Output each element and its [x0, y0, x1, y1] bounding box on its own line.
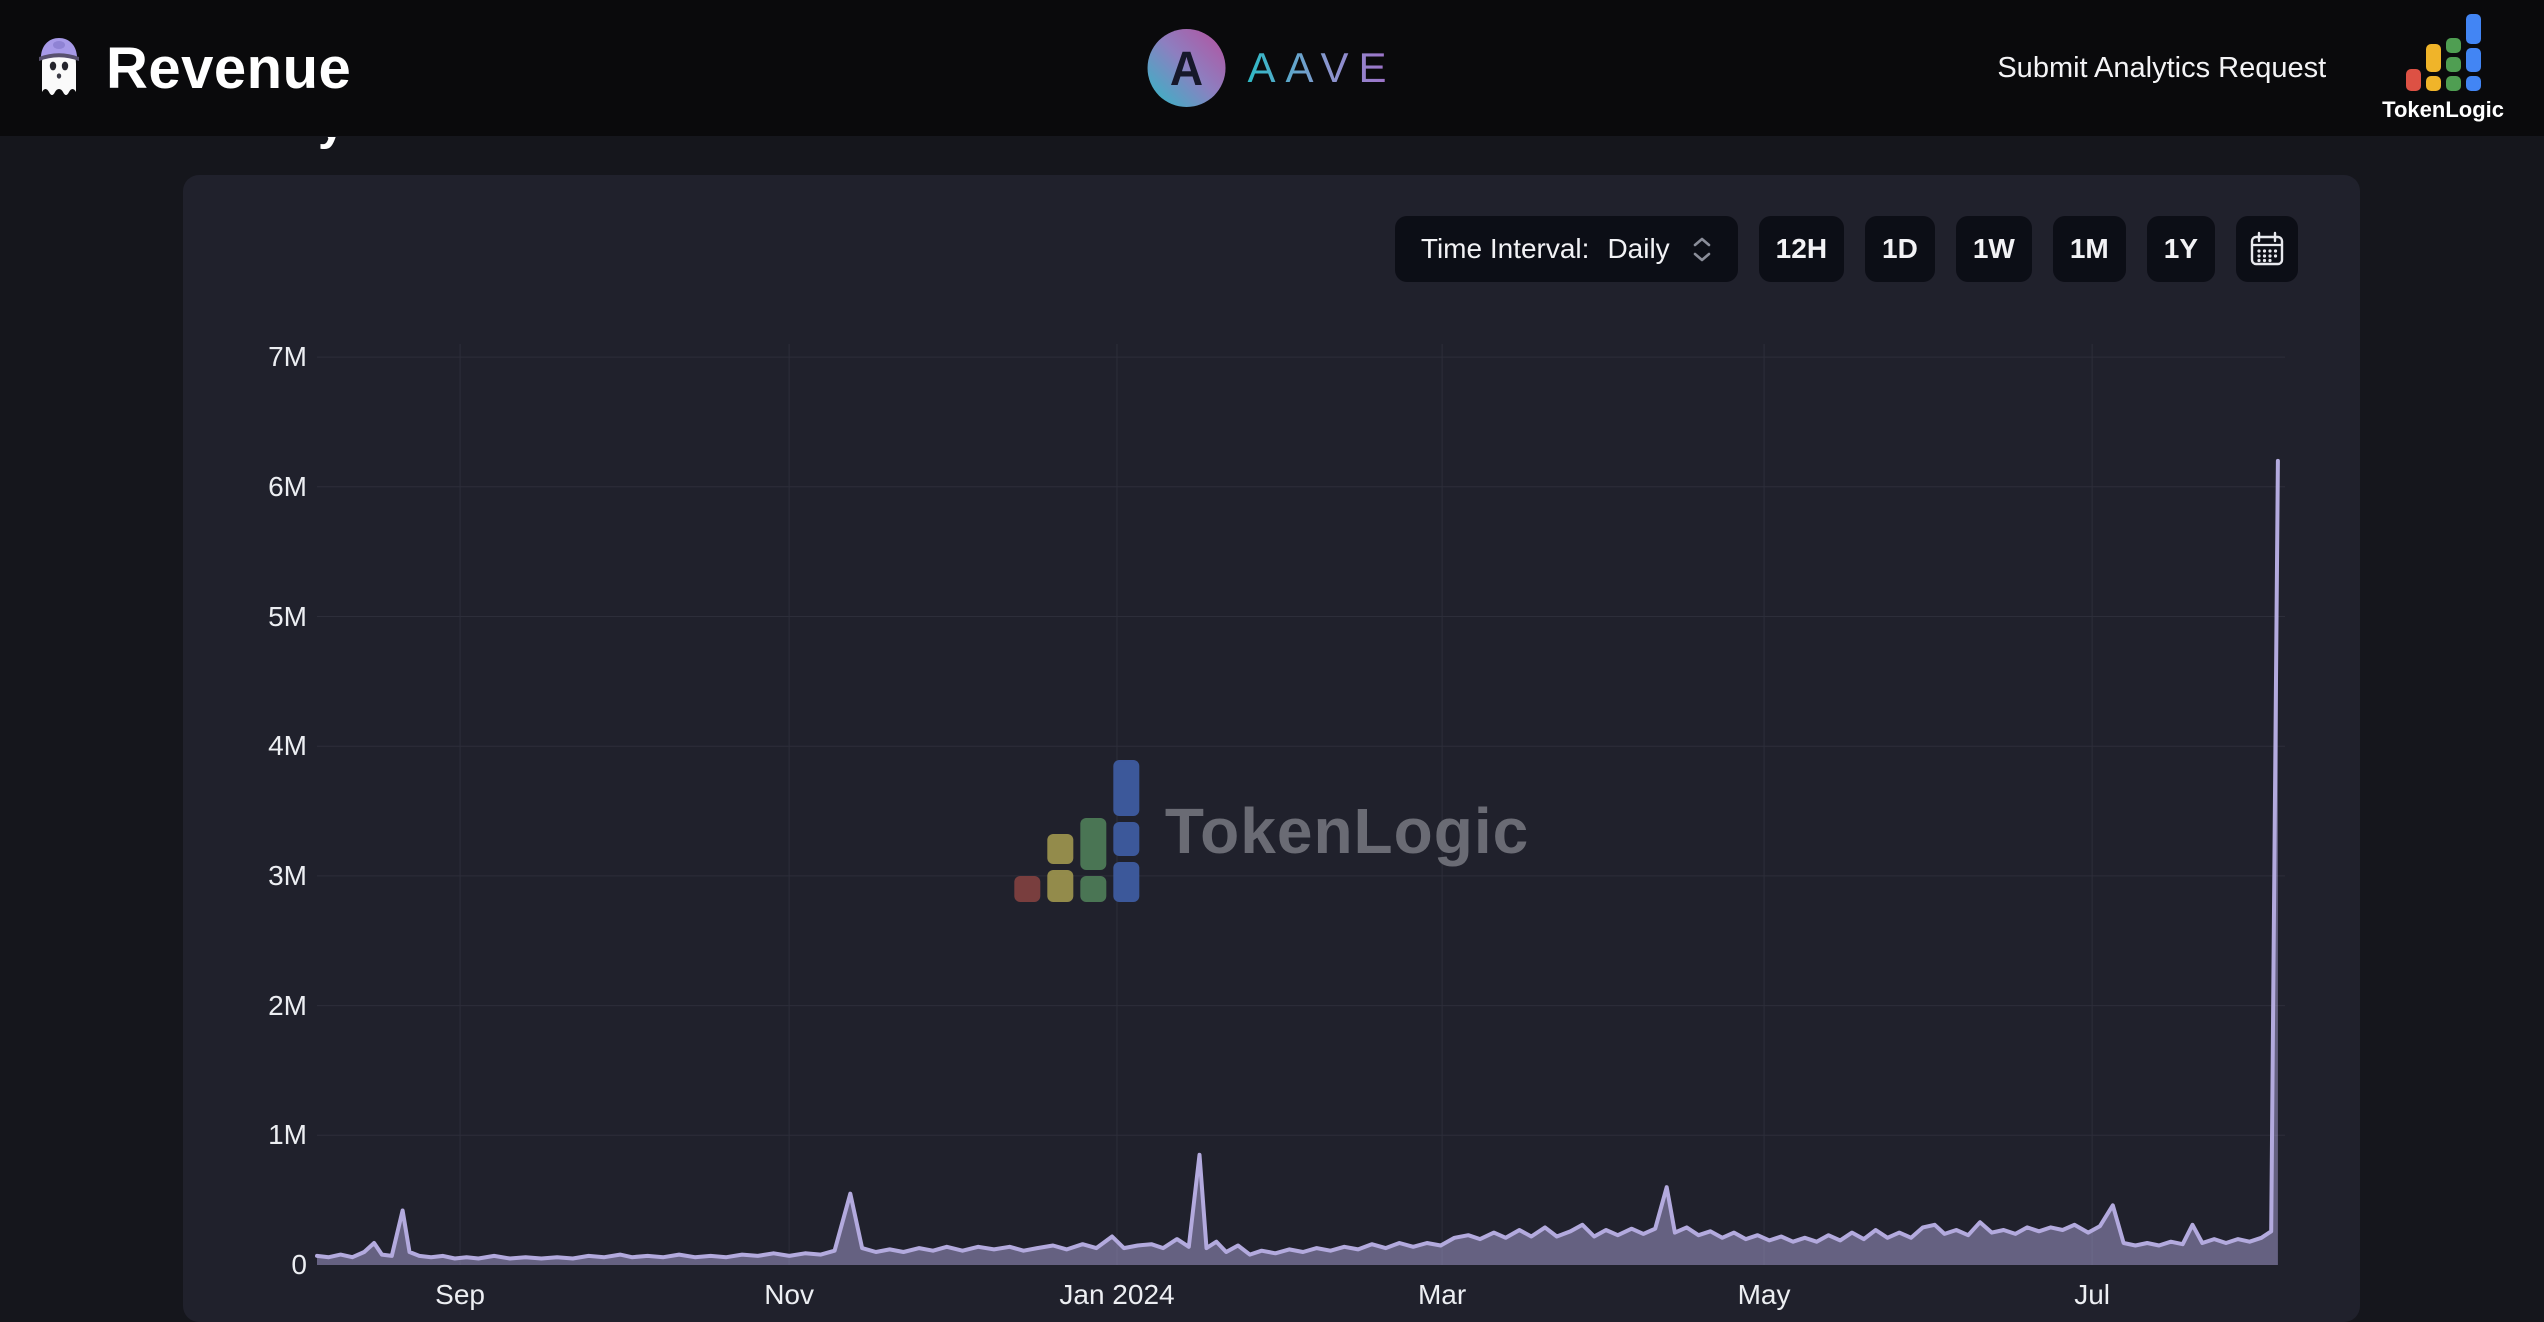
- range-button-1d[interactable]: 1D: [1865, 216, 1935, 282]
- calendar-button[interactable]: [2236, 216, 2298, 282]
- y-axis-tick-label: 3M: [183, 860, 307, 892]
- revenue-area-chart[interactable]: [317, 344, 2285, 1267]
- y-axis-tick-label: 4M: [183, 730, 307, 762]
- aave-wordmark: AAVE: [1248, 44, 1397, 92]
- header-brand: Revenue: [34, 34, 351, 102]
- x-axis-tick-label: Jul: [2012, 1279, 2172, 1311]
- x-axis-tick-label: Jan 2024: [1037, 1279, 1197, 1311]
- header-right: Submit Analytics Request TokenLogic: [1997, 14, 2504, 123]
- time-interval-select[interactable]: Time Interval: Daily: [1395, 216, 1738, 282]
- y-axis-tick-label: 7M: [183, 341, 307, 373]
- aave-logo[interactable]: A AAVE: [1148, 29, 1397, 107]
- range-button-1y[interactable]: 1Y: [2147, 216, 2215, 282]
- revenue-area-fill: [317, 461, 2278, 1265]
- tokenlogic-label: TokenLogic: [2382, 97, 2504, 123]
- x-axis-tick-label: Nov: [709, 1279, 869, 1311]
- y-axis-tick-label: 6M: [183, 471, 307, 503]
- time-interval-value: Daily: [1607, 233, 1669, 265]
- tokenlogic-logo[interactable]: TokenLogic: [2382, 14, 2504, 123]
- x-axis-tick-label: Sep: [380, 1279, 540, 1311]
- y-axis-tick-label: 2M: [183, 990, 307, 1022]
- ghost-logo-icon: [34, 34, 84, 102]
- x-axis: Sep Nov Jan 2024 Mar May Jul: [317, 1279, 2285, 1319]
- calendar-icon: [2250, 231, 2284, 267]
- chevron-up-down-icon: [1692, 237, 1712, 262]
- aave-circle-icon: A: [1148, 29, 1226, 107]
- chart-panel: Time Interval: Daily 12H 1D 1W 1M 1Y: [183, 175, 2360, 1322]
- scrolled-title-fragment: y: [318, 137, 352, 154]
- submit-analytics-request-link[interactable]: Submit Analytics Request: [1997, 52, 2326, 85]
- y-axis: 01M2M3M4M5M6M7M: [183, 344, 307, 1267]
- aave-letter: A: [1170, 40, 1203, 97]
- revenue-line: [317, 461, 2278, 1259]
- y-axis-tick-label: 0: [183, 1249, 307, 1281]
- y-axis-tick-label: 5M: [183, 601, 307, 633]
- y-axis-tick-label: 1M: [183, 1119, 307, 1151]
- range-button-12h[interactable]: 12H: [1759, 216, 1844, 282]
- range-button-1m[interactable]: 1M: [2053, 216, 2126, 282]
- top-header: Revenue A AAVE Submit Analytics Request …: [0, 0, 2544, 136]
- page-title: Revenue: [106, 35, 351, 102]
- x-axis-tick-label: Mar: [1362, 1279, 1522, 1311]
- chart-controls: Time Interval: Daily 12H 1D 1W 1M 1Y: [1395, 216, 2298, 282]
- x-axis-tick-label: May: [1684, 1279, 1844, 1311]
- time-interval-label: Time Interval:: [1421, 233, 1590, 265]
- range-button-1w[interactable]: 1W: [1956, 216, 2032, 282]
- tokenlogic-bars-icon: [2406, 14, 2481, 91]
